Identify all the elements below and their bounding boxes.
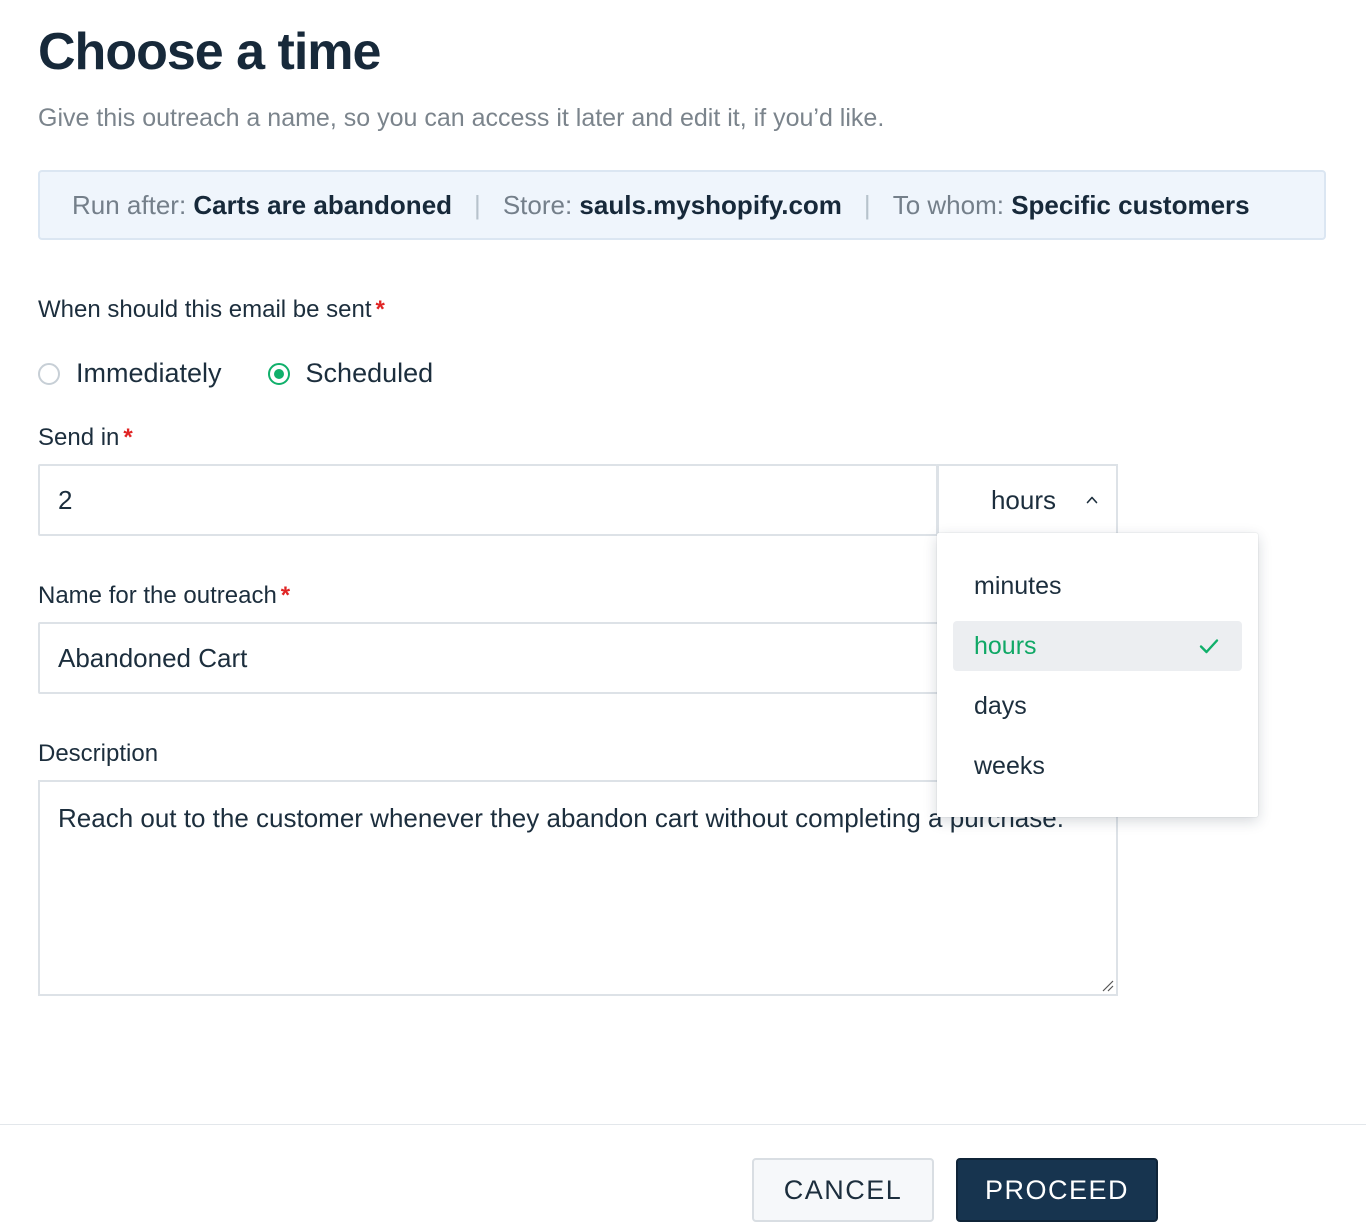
radio-immediately[interactable]: Immediately [38,358,222,389]
chevron-up-icon [1086,496,1098,504]
unit-option-label: minutes [974,571,1062,600]
unit-option-label: days [974,691,1027,720]
cancel-button[interactable]: CANCEL [752,1158,934,1222]
when-sent-label: When should this email be sent * [38,296,385,324]
send-in-amount-value: 2 [58,484,73,515]
send-in-unit-select[interactable]: hours [937,464,1118,536]
unit-dropdown-menu: minutes hours days weeks [937,533,1258,817]
proceed-button[interactable]: PROCEED [956,1158,1158,1222]
outreach-name-label: Name for the outreach * [38,582,290,610]
unit-option-label: hours [974,631,1037,660]
send-in-amount-input[interactable]: 2 [38,464,938,536]
required-asterisk: * [280,582,291,609]
radio-checked-icon[interactable] [267,362,290,385]
radio-scheduled-label: Scheduled [305,358,434,388]
outreach-summary-bar: Run after: Carts are abandoned | Store: … [38,170,1326,240]
send-in-label-text: Send in [38,424,120,451]
page-subtitle: Give this outreach a name, so you can ac… [38,104,885,132]
unit-option-days[interactable]: days [953,681,1242,731]
radio-circle-icon[interactable] [38,362,60,385]
send-in-unit-value: hours [990,484,1056,515]
page-title: Choose a time [38,23,381,81]
required-asterisk: * [123,424,133,451]
summary-separator: | [863,189,871,220]
run-after-label: Run after: [72,189,187,220]
unit-option-label: weeks [974,751,1045,780]
description-value: Reach out to the customer whenever they … [58,803,1064,833]
store-value: sauls.myshopify.com [579,189,842,220]
footer-divider [0,1124,1366,1125]
send-in-label: Send in * [38,424,133,452]
summary-separator: | [474,189,481,220]
unit-option-hours[interactable]: hours [953,621,1242,671]
required-asterisk: * [375,296,385,323]
to-whom-label: To whom: [892,189,1004,220]
outreach-name-label-text: Name for the outreach [38,582,277,609]
to-whom-value: Specific customers [1011,189,1250,220]
run-after-value: Carts are abandoned [193,189,453,220]
resize-handle-icon[interactable] [1098,976,1114,992]
check-icon [1199,639,1219,654]
outreach-name-value: Abandoned Cart [58,642,248,673]
radio-immediately-label: Immediately [76,358,222,388]
store-label: Store: [502,189,573,220]
send-timing-radio-group: Immediately Scheduled [38,358,479,389]
unit-option-minutes[interactable]: minutes [953,561,1242,611]
when-sent-label-text: When should this email be sent [38,296,372,323]
radio-scheduled[interactable]: Scheduled [267,358,434,389]
description-label: Description [38,740,159,767]
unit-option-weeks[interactable]: weeks [953,741,1242,791]
